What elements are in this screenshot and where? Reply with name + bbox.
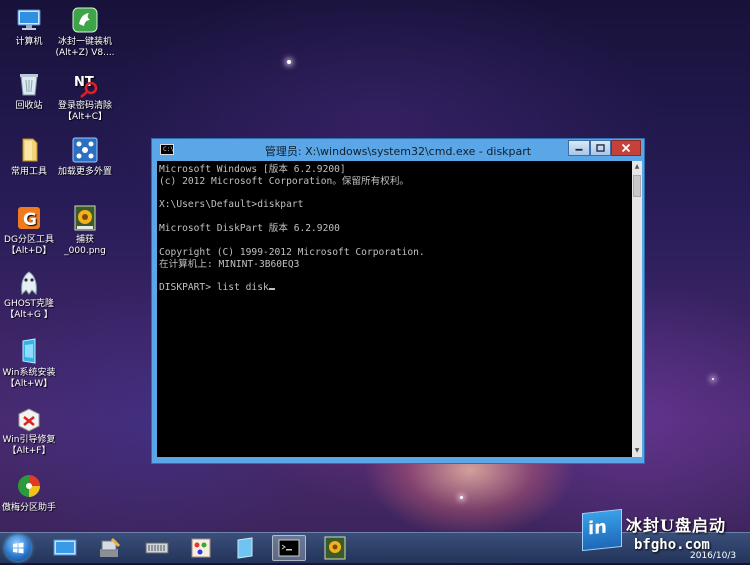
close-button[interactable] [611,140,641,156]
brand-logo-text: in [588,516,607,540]
console-command: DISKPART> list disk [159,282,269,293]
desktop-icon-recycle-bin[interactable]: 回收站 [0,70,59,112]
desktop-icon-label: 捕获 [75,235,94,245]
desktop-icon-load-external[interactable]: 加载更多外置 [55,136,115,178]
taskbar-hardware[interactable] [140,535,174,561]
scroll-up-icon[interactable]: ▲ [632,161,642,173]
load-external-icon [71,136,99,164]
desktop-icon-aomei-partition[interactable]: 傲梅分区助手 [0,472,59,514]
console-line: X:\Users\Default>diskpart [159,199,304,210]
console-line: Microsoft Windows [版本 6.2.9200] [159,164,346,175]
desktop-icon-password-clear[interactable]: NT 登录密码清除 【Alt+C】 [55,70,115,123]
vertical-scrollbar[interactable]: ▲ ▼ [632,161,642,457]
dg-partition-icon: G [15,204,43,232]
desktop-icon-ghost[interactable]: GHOST克隆 【Alt+G 】 [0,268,59,321]
console-prompt-line[interactable]: DISKPART> list disk [159,282,275,293]
windows-logo-icon [5,535,31,561]
taskbar-paint[interactable] [184,535,218,561]
desktop-icon-label: GHOST克隆 [3,299,55,309]
brand-logo: in [582,508,622,552]
desktop-icon-png-file[interactable]: 捕获 _000.png [55,204,115,257]
maximize-icon [596,144,605,152]
desktop-icon-sublabel: 【Alt+G 】 [5,310,53,320]
minimize-icon [575,148,583,151]
paint-icon [191,538,211,558]
desktop-icon-label: DG分区工具 [4,235,54,245]
hardware-icon [145,542,169,554]
cmd-window[interactable]: C:\ 管理员: X:\windows\system32\cmd.exe - d… [151,138,645,464]
desktop-icon-label: 冰封一键装机 [57,37,112,47]
aomei-partition-icon [15,472,43,500]
desktop-icon-label: 登录密码清除 [57,101,112,111]
desktop-icon-sublabel: 【Alt+C】 [62,112,107,122]
desktop-icon-label: 傲梅分区助手 [1,503,56,513]
desktop-icon-installer[interactable]: 冰封一键装机 (Alt+Z) V8.... [55,6,115,59]
desktop-icon-label: 计算机 [15,37,43,47]
desktop-icon [53,539,77,556]
star [460,496,463,499]
desktop-icon-label: 回收站 [15,101,43,111]
console-output[interactable]: Microsoft Windows [版本 6.2.9200] (c) 2012… [157,161,632,457]
desktop-icon-computer[interactable]: 计算机 [0,6,59,48]
ghost-icon [15,268,43,296]
desktop-icon-win-install[interactable]: Win系统安装 【Alt+W】 [0,337,59,390]
scroll-down-icon[interactable]: ▼ [632,445,642,457]
win-install-icon [15,337,43,365]
scrollbar-thumb[interactable] [633,175,641,197]
desktop-icon-label: Win系统安装 [2,368,56,378]
password-clear-icon: NT [71,70,99,98]
notepad-icon [237,537,253,559]
star [712,378,714,380]
desktop-icon-dg-partition[interactable]: G DG分区工具 【Alt+D】 [0,204,59,257]
taskbar-image-viewer[interactable] [318,535,352,561]
console-line: Copyright (C) 1999-2012 Microsoft Corpor… [159,247,425,258]
brand-name: 冰封U盘启动 [626,516,726,535]
installer-icon [71,6,99,34]
console-line: (c) 2012 Microsoft Corporation。保留所有权利。 [159,176,410,187]
minimize-button[interactable] [568,140,590,156]
svg-text:G: G [23,210,37,230]
taskbar-cmd[interactable] [272,535,306,561]
folder-icon [15,136,43,164]
desktop-icon-sublabel: (Alt+Z) V8.... [55,48,115,58]
tools-icon [100,537,121,557]
text-cursor [268,288,275,290]
taskbar-tools[interactable] [92,535,126,561]
image-viewer-icon [324,536,346,560]
cmd-icon [278,539,300,557]
close-icon [621,143,631,153]
clock-date[interactable]: 2016/10/3 [690,551,736,561]
png-file-icon [71,204,99,232]
desktop-icon-label: 加载更多外置 [57,167,112,177]
computer-icon [15,6,43,34]
brand-watermark: in 冰封U盘启动 bfgho.com 2016/10/3 [578,507,750,562]
desktop-icon-label: 常用工具 [10,167,47,177]
console-line: Microsoft DiskPart 版本 6.2.9200 [159,223,340,234]
window-titlebar[interactable]: C:\ 管理员: X:\windows\system32\cmd.exe - d… [152,139,644,161]
console-line: 在计算机上: MININT-3B60EQ3 [159,259,300,270]
desktop-icon-sublabel: 【Alt+F】 [7,446,51,456]
desktop-icon-sublabel: 【Alt+W】 [5,379,53,389]
taskbar-desktop[interactable] [48,535,82,561]
desktop-icon-boot-repair[interactable]: Win引导修复 【Alt+F】 [0,404,59,457]
boot-repair-icon [15,404,43,432]
star [287,60,291,64]
desktop-icon-sublabel: _000.png [64,246,106,256]
maximize-button[interactable] [590,140,611,156]
taskbar-notepad[interactable] [228,535,262,561]
start-button[interactable] [3,534,33,562]
desktop-icon-label: Win引导修复 [2,435,56,445]
desktop-icon-tools-folder[interactable]: 常用工具 [0,136,59,178]
recycle-bin-icon [15,70,43,98]
desktop-icon-sublabel: 【Alt+D】 [6,246,52,256]
